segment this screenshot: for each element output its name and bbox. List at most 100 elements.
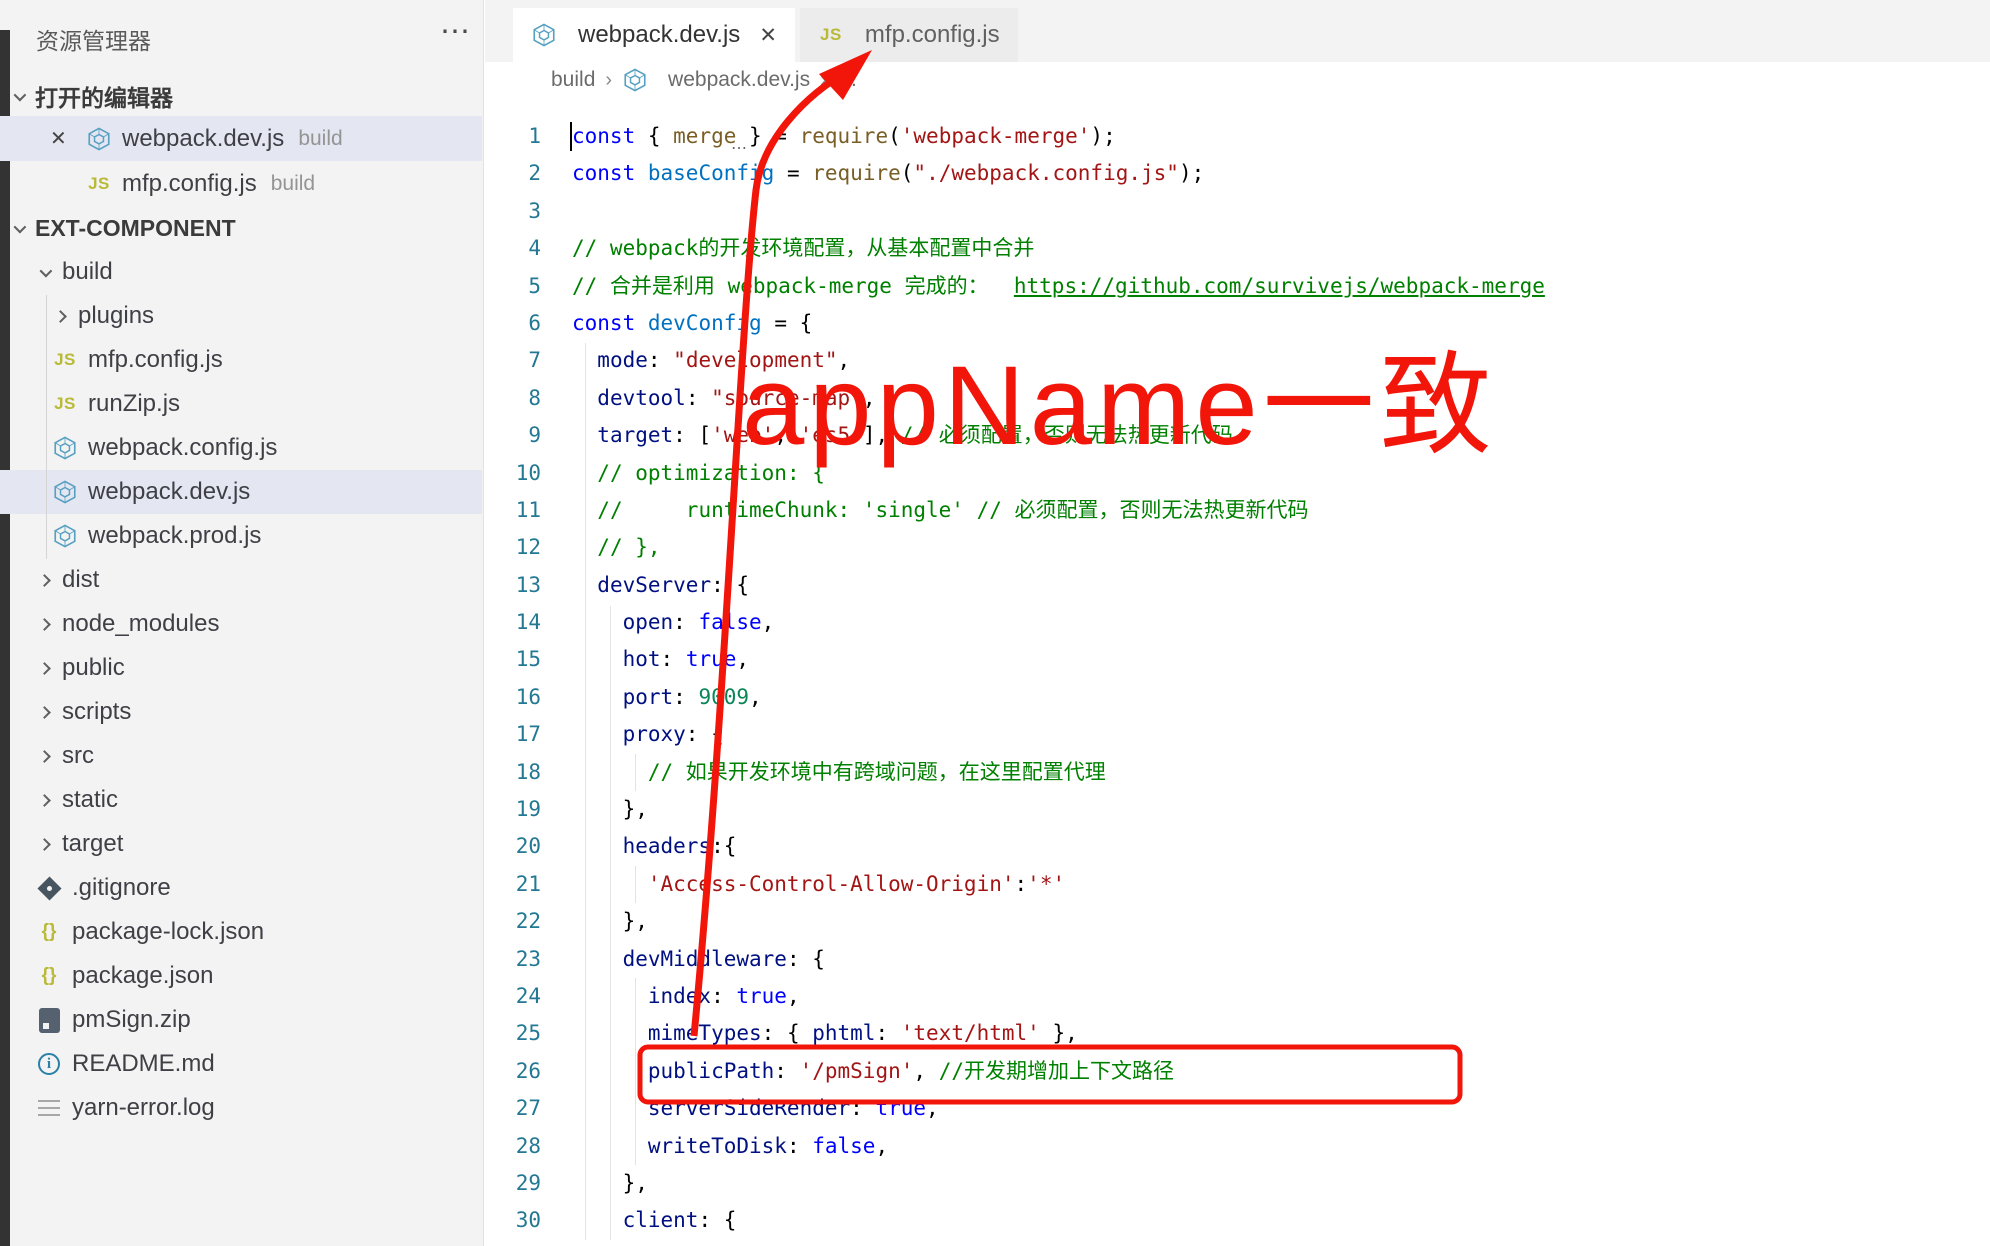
line-number[interactable]: 3 (485, 193, 541, 230)
code-line-28[interactable]: 28 writeToDisk: false, (485, 1128, 1990, 1165)
tree-item-build[interactable]: build (0, 250, 482, 294)
line-number[interactable]: 11 (485, 492, 541, 529)
line-number[interactable]: 29 (485, 1165, 541, 1202)
open-editor-mfp.config.js[interactable]: ✕JSmfp.config.jsbuild (0, 161, 482, 206)
line-number[interactable]: 7 (485, 342, 541, 379)
tab-mfp.config.js[interactable]: JSmfp.config.js (800, 8, 1018, 62)
code-line-30[interactable]: 30 client: { (485, 1202, 1990, 1239)
code-line-23[interactable]: 23 devMiddleware: { (485, 941, 1990, 978)
zip-icon (36, 1007, 62, 1033)
tree-item-runZip.js[interactable]: JSrunZip.js (0, 382, 482, 426)
tree-item-scripts[interactable]: scripts (0, 690, 482, 734)
close-icon[interactable]: ✕ (759, 23, 777, 48)
line-number[interactable]: 19 (485, 791, 541, 828)
file-label: README.md (72, 1050, 215, 1078)
tab-webpack.dev.js[interactable]: webpack.dev.js✕ (513, 8, 795, 62)
code-line-25[interactable]: 25 mimeTypes: { phtml: 'text/html' }, (485, 1015, 1990, 1052)
line-number[interactable]: 5 (485, 268, 541, 305)
tree-item-mfp.config.js[interactable]: JSmfp.config.js (0, 338, 482, 382)
line-number[interactable]: 24 (485, 978, 541, 1015)
line-number[interactable]: 25 (485, 1015, 541, 1052)
line-number[interactable]: 27 (485, 1090, 541, 1127)
code-line-18[interactable]: 18 // 如果开发环境中有跨域问题，在这里配置代理 (485, 754, 1990, 791)
tree-item-dist[interactable]: dist (0, 558, 482, 602)
breadcrumb-item-…[interactable]: … (837, 68, 858, 92)
code-line-11[interactable]: 11 // runtimeChunk: 'single' // 必须配置，否则无… (485, 492, 1990, 529)
code-line-3[interactable]: 3 (485, 193, 1990, 230)
line-number[interactable]: 2 (485, 155, 541, 192)
tree-item-target[interactable]: target (0, 822, 482, 866)
line-number[interactable]: 26 (485, 1053, 541, 1090)
breadcrumb-item-webpack.dev.js[interactable]: webpack.dev.js (668, 68, 810, 92)
code-line-9[interactable]: 9 target: ['web', 'es5'], // 必须配置，否则无法热更… (485, 417, 1990, 454)
line-number[interactable]: 1 (485, 118, 541, 155)
line-number[interactable]: 21 (485, 866, 541, 903)
file-label: plugins (78, 302, 154, 330)
line-number[interactable]: 4 (485, 230, 541, 267)
line-number[interactable]: 15 (485, 641, 541, 678)
line-number[interactable]: 10 (485, 455, 541, 492)
tree-item-webpack.dev.js[interactable]: webpack.dev.js (0, 470, 482, 514)
tree-item-node_modules[interactable]: node_modules (0, 602, 482, 646)
tree-item-package.json[interactable]: {}package.json (0, 954, 482, 998)
code-line-1[interactable]: 1const { merge } = require('webpack-merg… (485, 118, 1990, 155)
line-number[interactable]: 14 (485, 604, 541, 641)
workspace-header[interactable]: EXT-COMPONENT (0, 206, 482, 250)
open-editor-webpack.dev.js[interactable]: ✕webpack.dev.jsbuild (0, 116, 482, 161)
code-line-4[interactable]: 4// webpack的开发环境配置，从基本配置中合并 (485, 230, 1990, 267)
tree-item-pmSign.zip[interactable]: pmSign.zip (0, 998, 482, 1042)
code-line-15[interactable]: 15 hot: true, (485, 641, 1990, 678)
code-line-13[interactable]: 13 devServer: { (485, 567, 1990, 604)
breadcrumb: build›webpack.dev.js›… (485, 62, 1990, 98)
code-line-8[interactable]: 8 devtool: "source-map", (485, 380, 1990, 417)
tree-item-plugins[interactable]: plugins (0, 294, 482, 338)
line-number[interactable]: 17 (485, 716, 541, 753)
code-line-16[interactable]: 16 port: 9009, (485, 679, 1990, 716)
chevron-down-icon (14, 88, 27, 101)
line-number[interactable]: 30 (485, 1202, 541, 1239)
code-line-22[interactable]: 22 }, (485, 903, 1990, 940)
code-line-10[interactable]: 10 // optimization: { (485, 455, 1990, 492)
tree-item-.gitignore[interactable]: .gitignore (0, 866, 482, 910)
code-line-20[interactable]: 20 headers:{ (485, 828, 1990, 865)
line-number[interactable]: 6 (485, 305, 541, 342)
open-editors-header[interactable]: 打开的编辑器 (0, 76, 482, 116)
tree-item-yarn-error.log[interactable]: yarn-error.log (0, 1086, 482, 1130)
code-line-12[interactable]: 12 // }, (485, 529, 1990, 566)
code-line-24[interactable]: 24 index: true, (485, 978, 1990, 1015)
tree-item-src[interactable]: src (0, 734, 482, 778)
line-number[interactable]: 23 (485, 941, 541, 978)
code-line-14[interactable]: 14 open: false, (485, 604, 1990, 641)
tree-item-webpack.prod.js[interactable]: webpack.prod.js (0, 514, 482, 558)
close-icon[interactable]: ✕ (50, 126, 72, 151)
file-label: webpack.dev.js (88, 478, 250, 506)
tree-item-static[interactable]: static (0, 778, 482, 822)
js-icon: JS (52, 347, 78, 373)
code-line-29[interactable]: 29 }, (485, 1165, 1990, 1202)
line-number[interactable]: 9 (485, 417, 541, 454)
breadcrumb-item-build[interactable]: build (551, 68, 595, 92)
code-line-5[interactable]: 5// 合并是利用 webpack-merge 完成的： https://git… (485, 268, 1990, 305)
code-editor[interactable]: ⋯ 1const { merge } = require('webpack-me… (485, 118, 1990, 1246)
code-line-27[interactable]: 27 serverSideRender: true, (485, 1090, 1990, 1127)
tree-item-webpack.config.js[interactable]: webpack.config.js (0, 426, 482, 470)
line-number[interactable]: 12 (485, 529, 541, 566)
line-number[interactable]: 22 (485, 903, 541, 940)
line-number[interactable]: 28 (485, 1128, 541, 1165)
code-line-26[interactable]: 26 publicPath: '/pmSign', //开发期增加上下文路径 (485, 1053, 1990, 1090)
code-line-6[interactable]: 6const devConfig = { (485, 305, 1990, 342)
line-number[interactable]: 16 (485, 679, 541, 716)
code-line-17[interactable]: 17 proxy: { (485, 716, 1990, 753)
tree-item-README.md[interactable]: iREADME.md (0, 1042, 482, 1086)
more-actions-icon[interactable]: ⋯ (440, 14, 471, 49)
code-line-2[interactable]: 2const baseConfig = require("./webpack.c… (485, 155, 1990, 192)
code-line-21[interactable]: 21 'Access-Control-Allow-Origin':'*' (485, 866, 1990, 903)
line-number[interactable]: 18 (485, 754, 541, 791)
line-number[interactable]: 20 (485, 828, 541, 865)
line-number[interactable]: 13 (485, 567, 541, 604)
code-line-19[interactable]: 19 }, (485, 791, 1990, 828)
tree-item-package-lock.json[interactable]: {}package-lock.json (0, 910, 482, 954)
line-number[interactable]: 8 (485, 380, 541, 417)
tree-item-public[interactable]: public (0, 646, 482, 690)
code-line-7[interactable]: 7 mode: "development", (485, 342, 1990, 379)
